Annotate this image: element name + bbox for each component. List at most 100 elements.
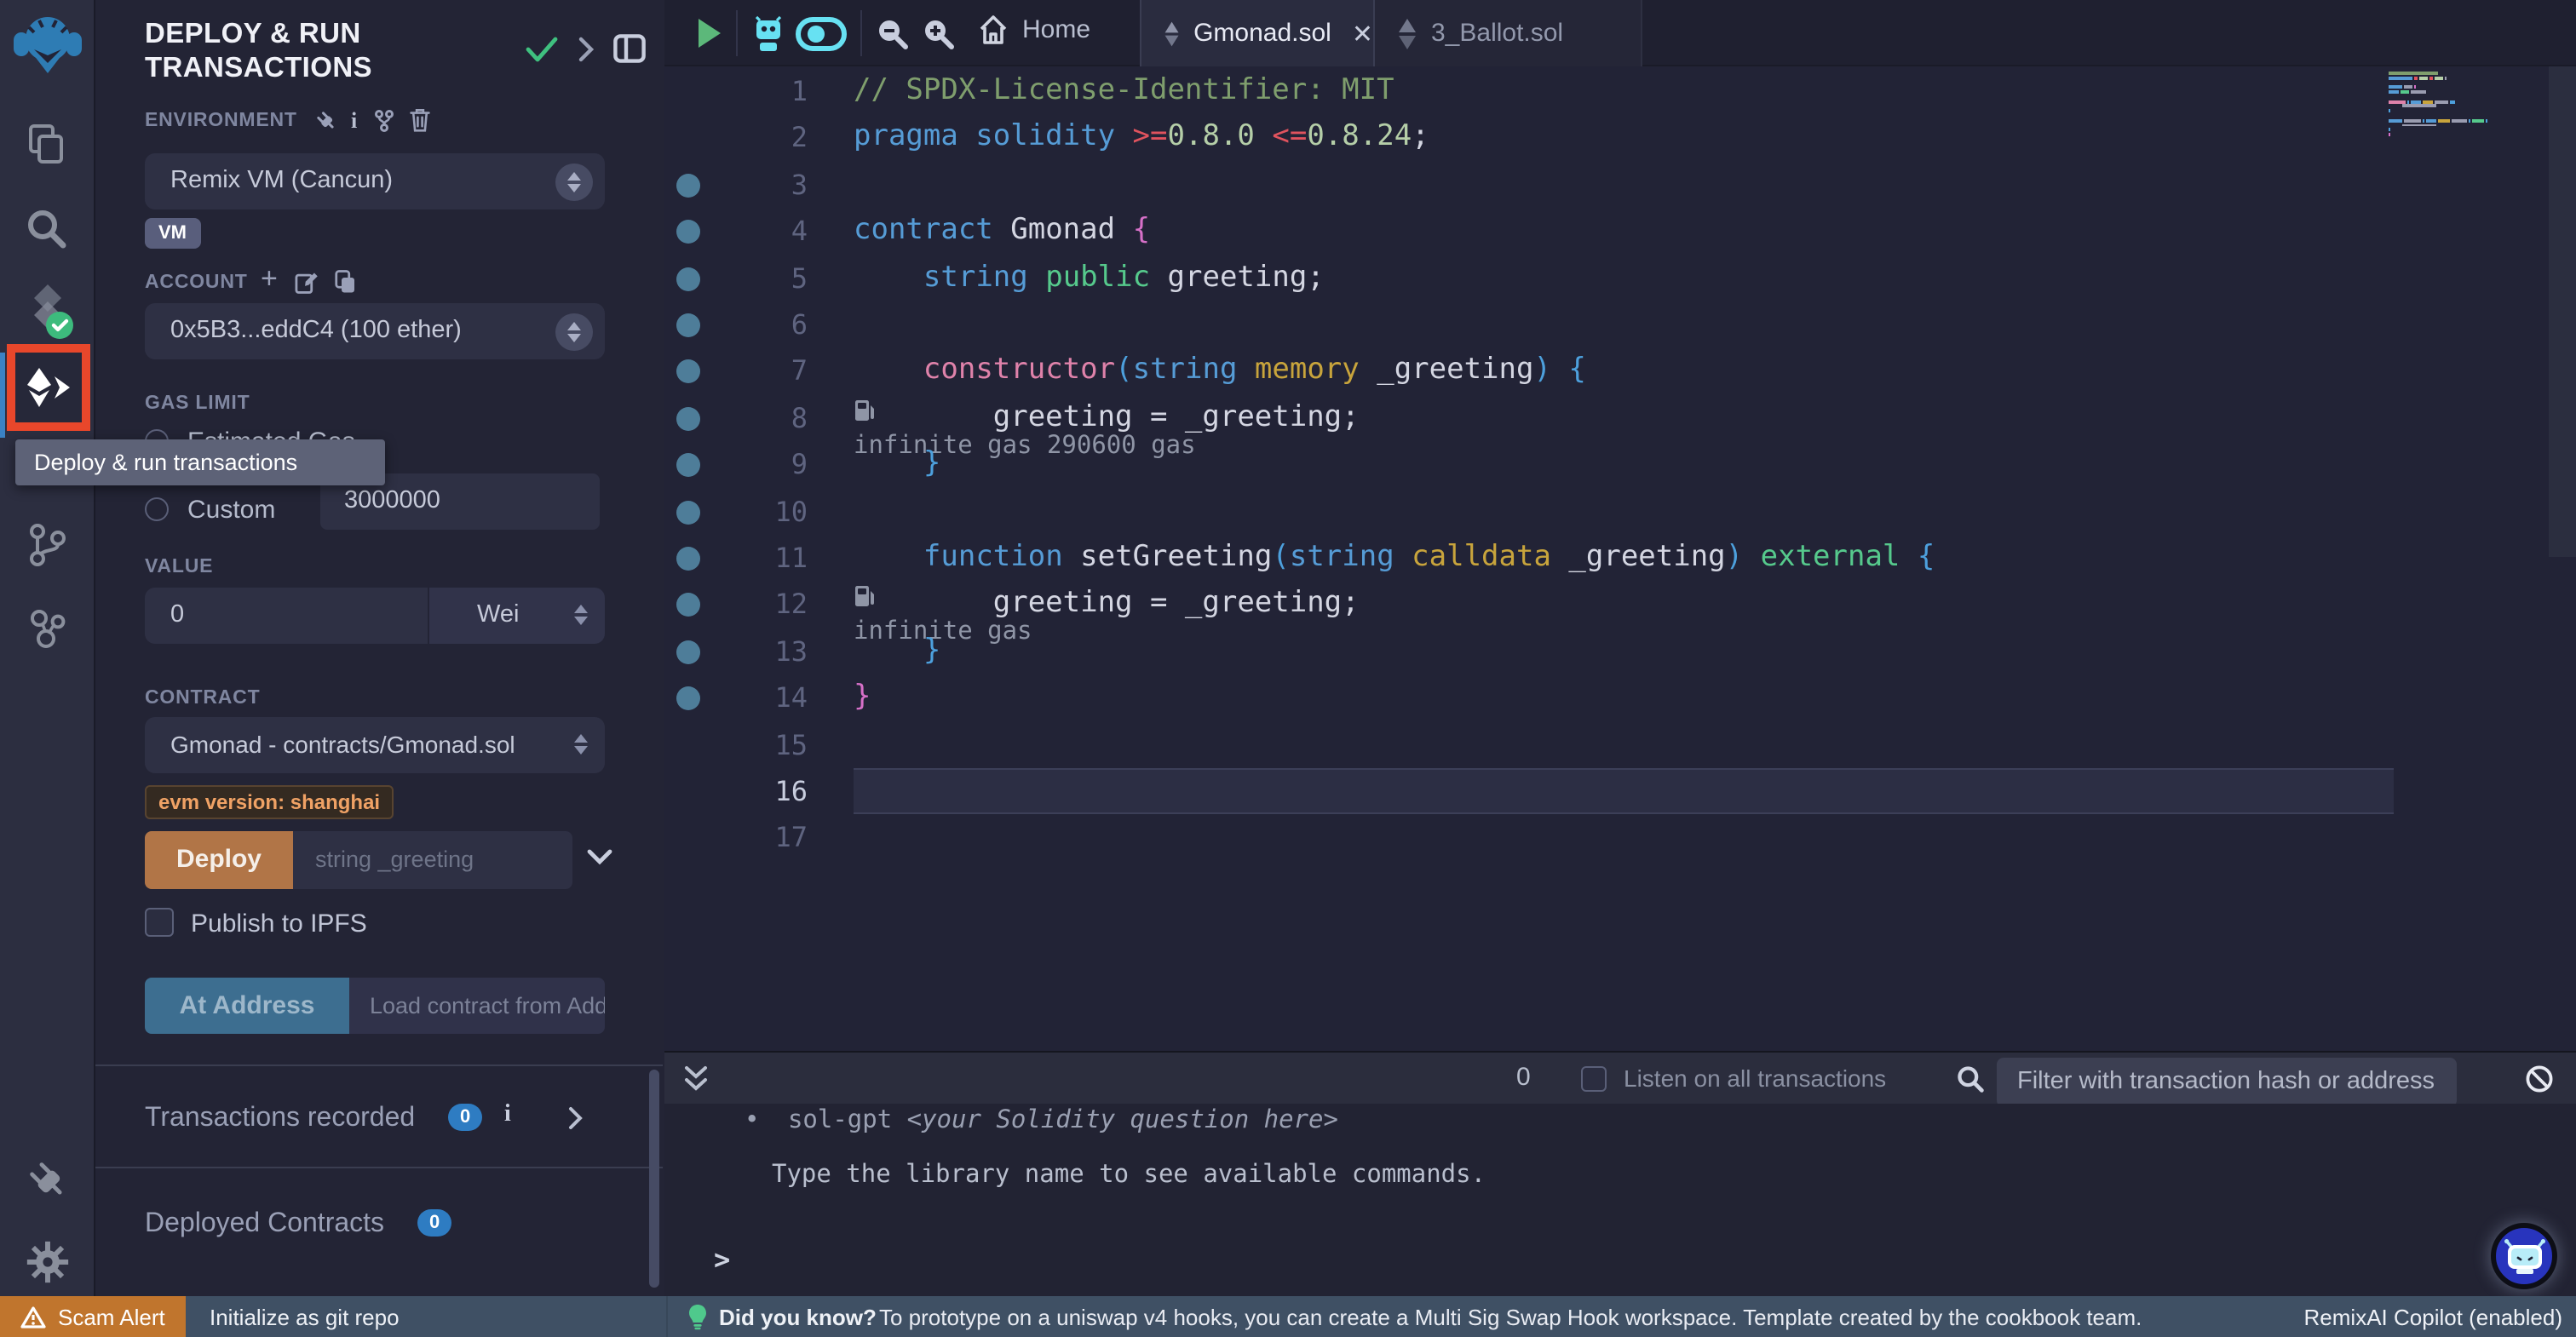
deploy-param-input[interactable]: string _greeting	[293, 831, 572, 889]
sidebar-item-deploy-run[interactable]	[7, 344, 90, 431]
env-info-icon[interactable]: i	[351, 107, 357, 135]
zoom-in-icon[interactable]	[922, 17, 954, 49]
terminal-collapse-icon[interactable]	[683, 1064, 709, 1093]
deploy-expand-chevron-icon[interactable]	[586, 848, 613, 867]
sidebar-item-git[interactable]	[0, 521, 94, 569]
copilot-status[interactable]: RemixAI Copilot (enabled)	[2304, 1305, 2562, 1330]
line-number[interactable]: 3	[729, 162, 808, 209]
line-number[interactable]: 10	[729, 488, 808, 535]
ai-assistant-icon[interactable]	[751, 15, 785, 53]
code-content: }	[854, 628, 2394, 675]
custom-gas-radio[interactable]	[145, 497, 169, 521]
sidebar-item-plugin-manager[interactable]	[0, 1158, 94, 1202]
line-number[interactable]: 13	[729, 628, 808, 675]
tab-close-icon[interactable]: ✕	[1352, 18, 1373, 49]
gutter-dot-icon	[676, 500, 700, 524]
custom-gas-label: Custom	[187, 496, 275, 525]
run-script-button[interactable]	[697, 17, 722, 49]
panel-scrollbar[interactable]	[649, 1070, 659, 1288]
value-unit-select[interactable]: Wei	[429, 588, 605, 644]
env-plug-icon[interactable]	[315, 109, 337, 133]
line-number[interactable]: 17	[729, 815, 808, 862]
gutter-dot-icon	[676, 360, 700, 384]
listen-all-checkbox[interactable]	[1581, 1066, 1607, 1092]
line-number[interactable]: 7	[729, 348, 808, 395]
tab-ballot[interactable]: 3_Ballot.sol	[1375, 0, 1642, 66]
value-label: VALUE	[145, 557, 213, 577]
sidebar-item-file-explorer[interactable]	[0, 123, 94, 165]
account-copy-icon[interactable]	[334, 269, 358, 295]
tab-home[interactable]: Home	[978, 14, 1090, 46]
environment-select-arrows-icon	[555, 163, 593, 200]
account-edit-icon[interactable]	[295, 271, 319, 295]
code-content	[854, 768, 2394, 815]
at-address-placeholder: Load contract from Addre	[370, 993, 605, 1019]
file-explorer-icon	[26, 123, 68, 165]
line-number[interactable]: 5	[729, 255, 808, 301]
code-line: 9 }	[664, 441, 2576, 488]
terminal-search-icon[interactable]	[1956, 1064, 1985, 1093]
gutter-dot-icon	[676, 547, 700, 571]
line-number[interactable]: 9	[729, 441, 808, 488]
modules-icon	[25, 606, 69, 651]
recorded-expand-icon[interactable]	[567, 1105, 583, 1131]
remix-logo[interactable]	[0, 14, 94, 75]
editor-scrollbar[interactable]	[2549, 66, 2576, 557]
clear-console-icon[interactable]	[2525, 1064, 2554, 1093]
line-number[interactable]: 11	[729, 535, 808, 582]
zoom-out-icon[interactable]	[876, 17, 908, 49]
publish-ipfs-checkbox[interactable]	[145, 908, 174, 937]
tab-gmonad[interactable]: Gmonad.sol ✕	[1140, 0, 1375, 66]
line-number[interactable]: 2	[729, 115, 808, 162]
tab-ballot-label: 3_Ballot.sol	[1431, 19, 1563, 48]
contract-select-arrows-icon	[574, 733, 588, 754]
deploy-tooltip: Deploy & run transactions	[15, 439, 385, 485]
panel-chevron-icon[interactable]	[578, 36, 595, 63]
terminal-prompt[interactable]: >	[714, 1243, 730, 1276]
publish-ipfs-label: Publish to IPFS	[191, 910, 367, 938]
at-address-input[interactable]: Load contract from Addre	[349, 978, 605, 1034]
status-bar: Scam Alert Initialize as git repo Did yo…	[0, 1296, 2576, 1337]
recorded-info-icon[interactable]: i	[504, 1102, 511, 1129]
line-number[interactable]: 8	[729, 395, 808, 442]
sidebar-item-search[interactable]	[0, 208, 94, 250]
line-number[interactable]: 4	[729, 208, 808, 255]
at-address-button[interactable]: At Address	[145, 978, 349, 1034]
git-init-button[interactable]: Initialize as git repo	[210, 1305, 400, 1330]
listen-all-label: Listen on all transactions	[1624, 1064, 1886, 1092]
contract-select[interactable]: Gmonad - contracts/Gmonad.sol	[145, 717, 605, 773]
line-number[interactable]: 1	[729, 68, 808, 115]
activity-bar	[0, 0, 95, 1296]
environment-select[interactable]: Remix VM (Cancun)	[145, 153, 605, 209]
remix-ai-assistant-button[interactable]	[2491, 1223, 2557, 1289]
contract-label: CONTRACT	[145, 688, 260, 709]
terminal-cmd: sol-gpt	[788, 1107, 907, 1134]
scam-alert-badge[interactable]: Scam Alert	[0, 1296, 186, 1337]
line-number[interactable]: 6	[729, 301, 808, 348]
code-line: 6	[664, 301, 2576, 348]
minimap[interactable]	[2389, 72, 2545, 152]
code-editor[interactable]: 1// SPDX-License-Identifier: MIT2pragma …	[664, 66, 2576, 1051]
sidebar-item-settings[interactable]	[0, 1240, 94, 1284]
account-select[interactable]: 0x5B3...eddC4 (100 ether)	[145, 303, 605, 359]
terminal-filter-input[interactable]: Filter with transaction hash or address	[1997, 1058, 2457, 1107]
sidebar-item-plugin-modules[interactable]	[0, 606, 94, 651]
value-input[interactable]: 0	[145, 588, 428, 644]
account-label: ACCOUNT	[145, 273, 248, 293]
line-number[interactable]: 15	[729, 721, 808, 768]
plug-icon	[25, 1158, 69, 1202]
line-number[interactable]: 16	[729, 768, 808, 815]
code-content: pragma solidity >=0.8.0 <=0.8.24;	[854, 115, 2394, 162]
account-add-icon[interactable]: +	[261, 262, 278, 296]
line-number[interactable]: 14	[729, 674, 808, 721]
line-number[interactable]: 12	[729, 582, 808, 628]
solidity-file-icon-2	[1397, 18, 1417, 49]
sidebar-item-solidity-compiler[interactable]	[0, 283, 94, 341]
deploy-button[interactable]: Deploy	[145, 831, 293, 889]
copilot-toggle-icon[interactable]	[796, 17, 847, 51]
env-fork-icon[interactable]	[373, 109, 395, 133]
env-trash-icon[interactable]	[409, 107, 431, 133]
pin-panel-icon[interactable]	[613, 34, 646, 63]
panel-check-icon	[525, 36, 559, 63]
terminal[interactable]: • sol-gpt <your Solidity question here> …	[664, 1104, 2576, 1296]
